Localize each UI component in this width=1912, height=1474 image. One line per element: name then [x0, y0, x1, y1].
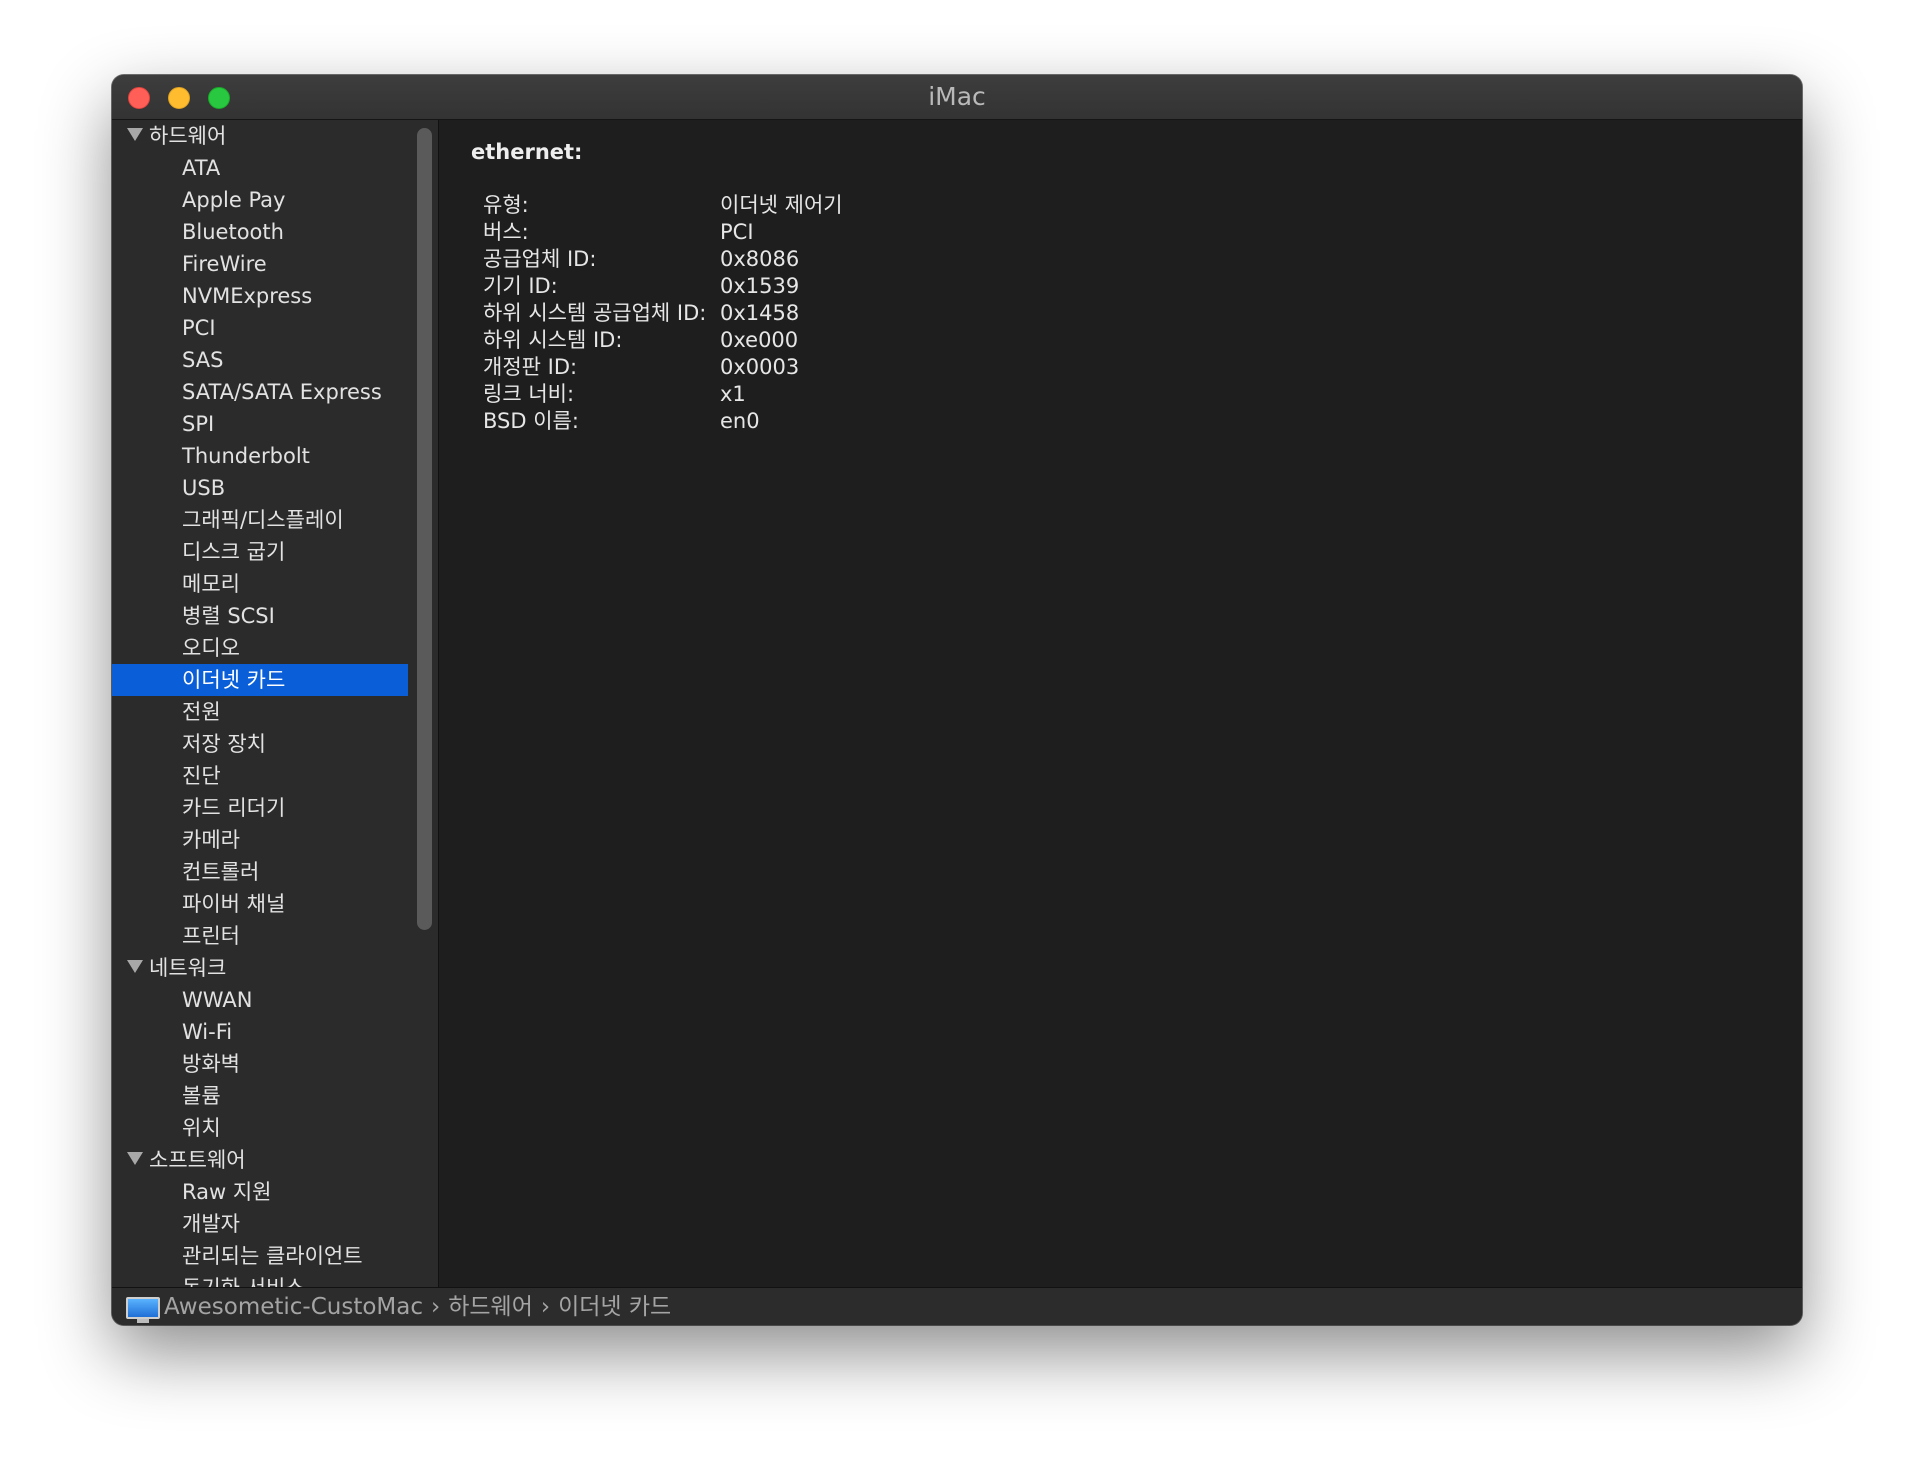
property-key: 하위 시스템 공급업체 ID: [483, 301, 707, 325]
sidebar-item[interactable]: 이더넷 카드 [112, 664, 408, 696]
property-key: 기기 ID: [483, 274, 558, 298]
sidebar-group-0[interactable]: 하드웨어 [112, 120, 408, 152]
sidebar-item[interactable]: 파이버 채널 [112, 888, 408, 920]
sidebar-group-2[interactable]: 소프트웨어 [112, 1144, 408, 1176]
property-value: en0 [720, 409, 760, 433]
sidebar-item[interactable]: 프린터 [112, 920, 408, 952]
sidebar-item[interactable]: NVMExpress [112, 280, 408, 312]
property-value: 0x8086 [720, 247, 800, 271]
sidebar-item[interactable]: 메모리 [112, 568, 408, 600]
sidebar-group-label: 네트워크 [149, 956, 227, 980]
property-row: 기기 ID: 0x1539 [483, 273, 843, 300]
sidebar-item[interactable]: Bluetooth [112, 216, 408, 248]
sidebar-group-label: 하드웨어 [149, 124, 227, 148]
property-row: 하위 시스템 ID: 0xe000 [483, 327, 843, 354]
property-row: 공급업체 ID: 0x8086 [483, 246, 843, 273]
sidebar-item[interactable]: 카메라 [112, 824, 408, 856]
path-bar: Awesometic-CustoMac › 하드웨어 › 이더넷 카드 [112, 1287, 1802, 1325]
property-value: x1 [720, 382, 746, 406]
property-key: 유형: [483, 193, 529, 217]
property-row: 개정판 ID: 0x0003 [483, 354, 843, 381]
sidebar-item[interactable]: 디스크 굽기 [112, 536, 408, 568]
sidebar-item[interactable]: 관리되는 클라이언트 [112, 1240, 408, 1272]
sidebar: 하드웨어 ATA Apple Pay Bluetooth FireWire NVMExpr… [112, 120, 439, 1287]
disclosure-triangle-icon[interactable] [127, 128, 143, 141]
sidebar-group-1[interactable]: 네트워크 [112, 952, 408, 984]
property-key: 링크 너비: [483, 382, 575, 406]
sidebar-item[interactable]: 볼륨 [112, 1080, 408, 1112]
property-row: 하위 시스템 공급업체 ID: 0x1458 [483, 300, 843, 327]
sidebar-item[interactable]: Raw 지원 [112, 1176, 408, 1208]
computer-icon [126, 1297, 160, 1323]
property-key: 개정판 ID: [483, 355, 578, 379]
sidebar-item[interactable]: SAS [112, 344, 408, 376]
property-key: 하위 시스템 ID: [483, 328, 623, 352]
title-bar[interactable]: iMac [112, 75, 1802, 120]
sidebar-item[interactable]: 개발자 [112, 1208, 408, 1240]
breadcrumb: Awesometic-CustoMac › 하드웨어 › 이더넷 카드 [164, 1288, 671, 1325]
breadcrumb-item[interactable]: 하드웨어 [448, 1294, 533, 1320]
property-row: 버스: PCI [483, 219, 843, 246]
sidebar-item[interactable]: SPI [112, 408, 408, 440]
sidebar-list: 하드웨어 ATA Apple Pay Bluetooth FireWire NVMExpr… [112, 120, 408, 1287]
sidebar-item[interactable]: 병렬 SCSI [112, 600, 408, 632]
property-key: 버스: [483, 220, 529, 244]
detail-pane: ethernet: 유형: 이더넷 제어기버스: PCI 공급업체 ID: 0x8086… [439, 120, 1802, 1287]
property-value: 0x1539 [720, 274, 800, 298]
sidebar-item[interactable]: 그래픽/디스플레이 [112, 504, 408, 536]
property-value: 0xe000 [720, 328, 799, 352]
sidebar-item[interactable]: 카드 리더기 [112, 792, 408, 824]
sidebar-item[interactable]: Wi-Fi [112, 1016, 408, 1048]
window-title: iMac [928, 82, 986, 111]
property-value: PCI [720, 220, 754, 244]
sidebar-group-label: 소프트웨어 [149, 1148, 246, 1172]
sidebar-item[interactable]: 오디오 [112, 632, 408, 664]
breadcrumb-item[interactable]: 이더넷 카드 [558, 1294, 671, 1320]
section-title: ethernet: [471, 140, 583, 164]
sidebar-scrollbar-thumb[interactable] [417, 128, 432, 930]
sidebar-item[interactable]: Thunderbolt [112, 440, 408, 472]
property-row: 링크 너비: x1 [483, 381, 843, 408]
breadcrumb-separator: › [431, 1294, 441, 1320]
sidebar-item[interactable]: FireWire [112, 248, 408, 280]
property-value: 0x1458 [720, 301, 800, 325]
property-row: BSD 이름: en0 [483, 408, 843, 435]
sidebar-item[interactable]: USB [112, 472, 408, 504]
disclosure-triangle-icon[interactable] [127, 960, 143, 973]
property-value: 이더넷 제어기 [720, 193, 843, 217]
properties-list: 유형: 이더넷 제어기버스: PCI 공급업체 ID: 0x8086 기기 ID: 0x15… [483, 192, 843, 435]
sidebar-item[interactable]: 방화벽 [112, 1048, 408, 1080]
property-row: 유형: 이더넷 제어기 [483, 192, 843, 219]
breadcrumb-separator: › [540, 1294, 551, 1320]
sidebar-item[interactable]: Apple Pay [112, 184, 408, 216]
property-key: BSD 이름: [483, 409, 579, 433]
disclosure-triangle-icon[interactable] [127, 1152, 143, 1165]
property-value: 0x0003 [720, 355, 800, 379]
system-information-window: iMac 하드웨어 ATA Apple Pay Bluetooth FireWire NV… [112, 75, 1802, 1325]
sidebar-item[interactable]: 진단 [112, 760, 408, 792]
sidebar-item[interactable]: 컨트롤러 [112, 856, 408, 888]
sidebar-item[interactable]: 동기화 서비스 [112, 1272, 408, 1287]
sidebar-item[interactable]: PCI [112, 312, 408, 344]
sidebar-item[interactable]: WWAN [112, 984, 408, 1016]
property-key: 공급업체 ID: [483, 247, 597, 271]
sidebar-item[interactable]: 전원 [112, 696, 408, 728]
sidebar-item[interactable]: 저장 장치 [112, 728, 408, 760]
sidebar-item[interactable]: ATA [112, 152, 408, 184]
sidebar-item[interactable]: SATA/SATA Express [112, 376, 408, 408]
breadcrumb-item[interactable]: Awesometic-CustoMac [164, 1294, 423, 1320]
sidebar-item[interactable]: 위치 [112, 1112, 408, 1144]
